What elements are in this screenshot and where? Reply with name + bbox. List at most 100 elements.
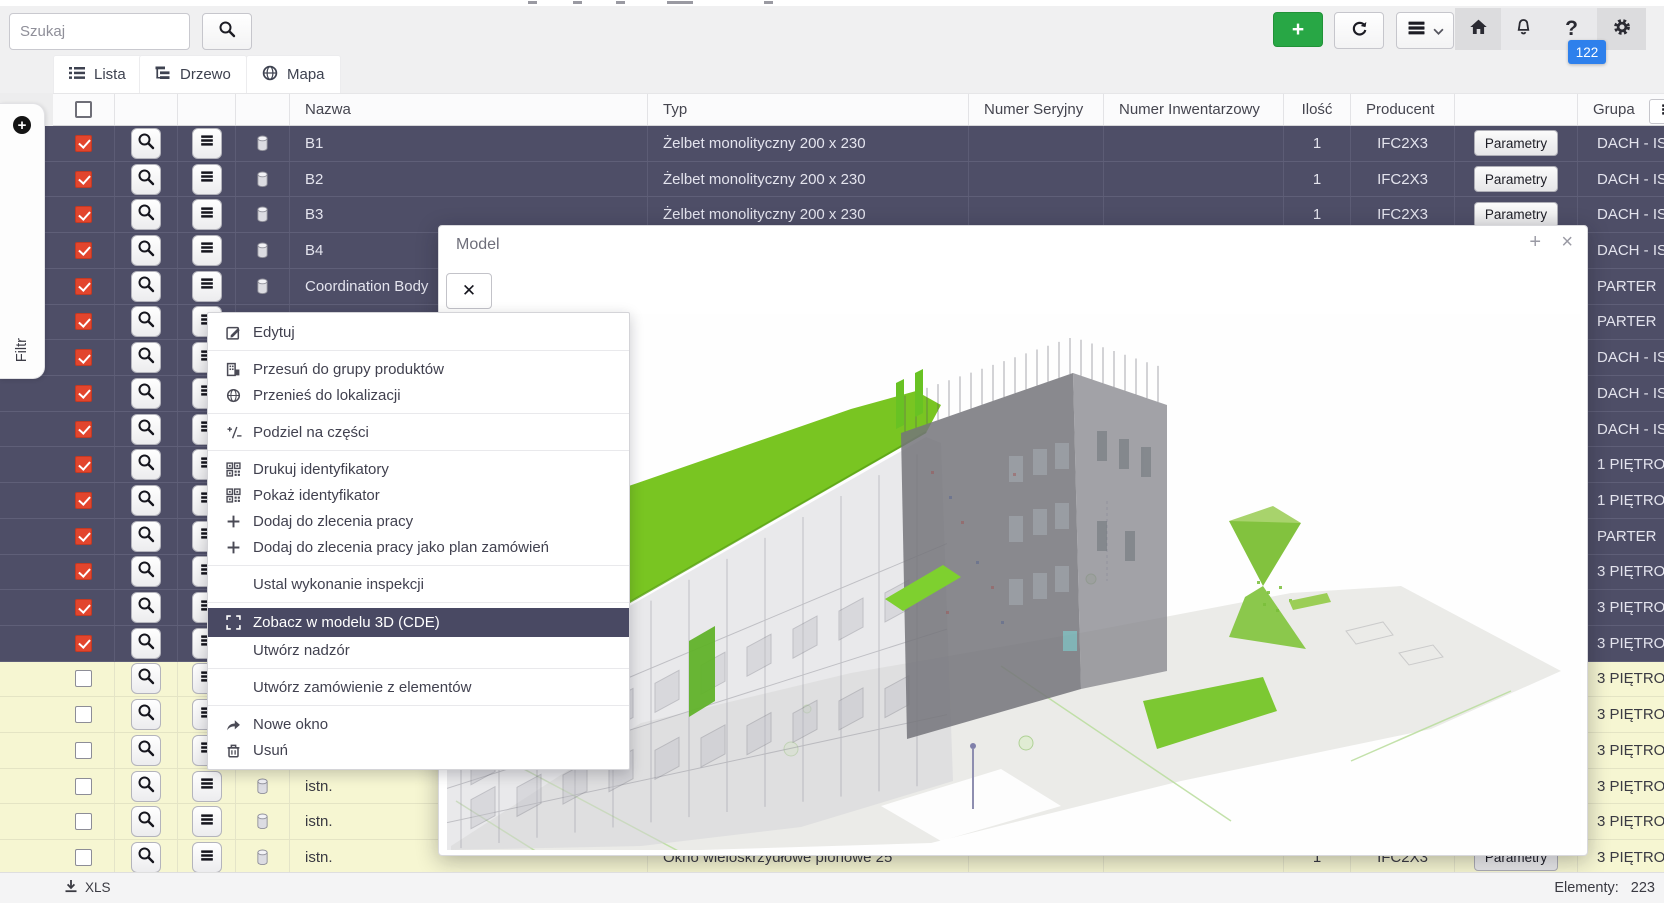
table-row[interactable]: B1Żelbet monolityczny 200 x 2301IFC2X3Pa… <box>0 126 1664 162</box>
row-menu-button[interactable] <box>192 235 222 266</box>
row-checkbox[interactable] <box>75 242 92 259</box>
context-menu-item[interactable]: Zobacz w modelu 3D (CDE) <box>208 608 629 637</box>
select-all-cell[interactable] <box>53 94 115 125</box>
row-checkbox[interactable] <box>75 385 92 402</box>
row-checkbox[interactable] <box>75 135 92 152</box>
row-inspect-button[interactable] <box>131 128 161 159</box>
row-inspect-button[interactable] <box>131 521 161 552</box>
export-xls-button[interactable]: XLS <box>64 879 111 896</box>
context-menu-item[interactable]: Dodaj do zlecenia pracy jako plan zamówi… <box>208 534 629 560</box>
select-all-checkbox[interactable] <box>75 101 92 118</box>
row-checkbox[interactable] <box>75 706 92 723</box>
row-checkbox[interactable] <box>75 813 92 830</box>
row-checkbox[interactable] <box>75 635 92 652</box>
modal-title: Model <box>456 236 500 254</box>
row-menu-button[interactable] <box>192 164 222 195</box>
row-checkbox[interactable] <box>75 171 92 188</box>
row-menu-button[interactable] <box>192 271 222 302</box>
row-inspect-button[interactable] <box>131 592 161 623</box>
search-button[interactable] <box>202 13 252 50</box>
main-menu-button[interactable] <box>1396 12 1454 49</box>
row-inspect-button[interactable] <box>131 199 161 230</box>
row-checkbox[interactable] <box>75 670 92 687</box>
row-inspect-button[interactable] <box>131 771 161 802</box>
header-ilosc[interactable]: Ilość <box>1284 94 1351 125</box>
row-checkbox[interactable] <box>75 492 92 509</box>
row-menu-button[interactable] <box>192 806 222 837</box>
row-inspect-button[interactable] <box>131 164 161 195</box>
context-menu-item[interactable]: Dodaj do zlecenia pracy <box>208 508 629 534</box>
row-menu-button[interactable] <box>192 199 222 230</box>
row-menu-button[interactable] <box>192 128 222 159</box>
row-inspect-button[interactable] <box>131 378 161 409</box>
modal-close-icon[interactable]: × <box>1561 232 1573 252</box>
row-menu-button[interactable] <box>192 771 222 802</box>
row-inspect-button[interactable] <box>131 485 161 516</box>
row-checkbox[interactable] <box>75 421 92 438</box>
parametry-button[interactable]: Parametry <box>1474 166 1558 192</box>
parametry-button[interactable]: Parametry <box>1474 130 1558 156</box>
tab-lista[interactable]: Lista <box>53 55 142 93</box>
row-checkbox[interactable] <box>75 313 92 330</box>
row-checkbox[interactable] <box>75 742 92 759</box>
notifications-button[interactable] <box>1501 8 1546 50</box>
modal-add-icon[interactable]: + <box>1529 232 1541 252</box>
row-inspect-button[interactable] <box>131 556 161 587</box>
home-button[interactable] <box>1455 8 1501 50</box>
context-menu-item[interactable]: Edytuj <box>208 319 629 345</box>
row-menu-button[interactable] <box>192 842 222 872</box>
context-menu-item[interactable]: Utwórz zamówienie z elementów <box>208 674 629 700</box>
row-checkbox[interactable] <box>75 599 92 616</box>
column-settings-button[interactable] <box>1649 99 1664 124</box>
context-menu-item[interactable]: Podziel na części <box>208 419 629 445</box>
refresh-button[interactable] <box>1334 12 1384 49</box>
menu-icon <box>199 848 215 868</box>
tab-mapa[interactable]: Mapa <box>246 55 341 93</box>
row-inspect-button[interactable] <box>131 306 161 337</box>
header-typ[interactable]: Typ <box>648 94 969 125</box>
search-input[interactable] <box>9 13 190 50</box>
row-inspect-button[interactable] <box>131 414 161 445</box>
context-menu-item[interactable]: Drukuj identyfikatory <box>208 456 629 482</box>
top-strip <box>0 0 1664 6</box>
header-numer-seryjny[interactable]: Numer Seryjny <box>969 94 1104 125</box>
row-inspect-button[interactable] <box>131 235 161 266</box>
header-numer-inwentarzowy[interactable]: Numer Inwentarzowy <box>1104 94 1284 125</box>
row-inspect-button[interactable] <box>131 699 161 730</box>
table-row[interactable]: B2Żelbet monolityczny 200 x 2301IFC2X3Pa… <box>0 162 1664 198</box>
row-checkbox[interactable] <box>75 849 92 866</box>
row-checkbox[interactable] <box>75 349 92 366</box>
search-icon <box>137 310 155 333</box>
context-menu-item[interactable]: Przenieś do lokalizacji <box>208 382 629 408</box>
context-menu-item[interactable]: Utwórz nadzór <box>208 637 629 663</box>
context-menu-item[interactable]: Nowe okno <box>208 711 629 737</box>
context-menu-item[interactable]: Pokaż identyfikator <box>208 482 629 508</box>
row-inspect-button[interactable] <box>131 842 161 872</box>
clear-selection-button[interactable]: ✕ <box>446 273 492 309</box>
row-checkbox[interactable] <box>75 563 92 580</box>
context-menu-item[interactable]: Przesuń do grupy produktów <box>208 356 629 382</box>
context-menu-item[interactable]: Ustal wykonanie inspekcji <box>208 571 629 597</box>
filter-add-icon[interactable]: + <box>13 116 31 134</box>
row-checkbox[interactable] <box>75 528 92 545</box>
header-producent[interactable]: Producent <box>1351 94 1455 125</box>
cell-grupa: PARTER <box>1578 305 1664 340</box>
parametry-button[interactable]: Parametry <box>1474 202 1558 228</box>
row-checkbox[interactable] <box>75 206 92 223</box>
search-icon <box>137 453 155 476</box>
header-nazwa[interactable]: Nazwa <box>290 94 648 125</box>
add-button[interactable]: + <box>1273 12 1323 47</box>
row-inspect-button[interactable] <box>131 449 161 480</box>
row-checkbox[interactable] <box>75 778 92 795</box>
row-inspect-button[interactable] <box>131 628 161 659</box>
row-inspect-button[interactable] <box>131 342 161 373</box>
row-inspect-button[interactable] <box>131 271 161 302</box>
filter-panel-tab[interactable]: + Filtr <box>0 103 45 379</box>
row-inspect-button[interactable] <box>131 806 161 837</box>
row-inspect-button[interactable] <box>131 663 161 694</box>
tab-drzewo[interactable]: Drzewo <box>139 55 247 93</box>
row-checkbox[interactable] <box>75 278 92 295</box>
context-menu-item[interactable]: Usuń <box>208 737 629 763</box>
row-inspect-button[interactable] <box>131 735 161 766</box>
row-checkbox[interactable] <box>75 456 92 473</box>
